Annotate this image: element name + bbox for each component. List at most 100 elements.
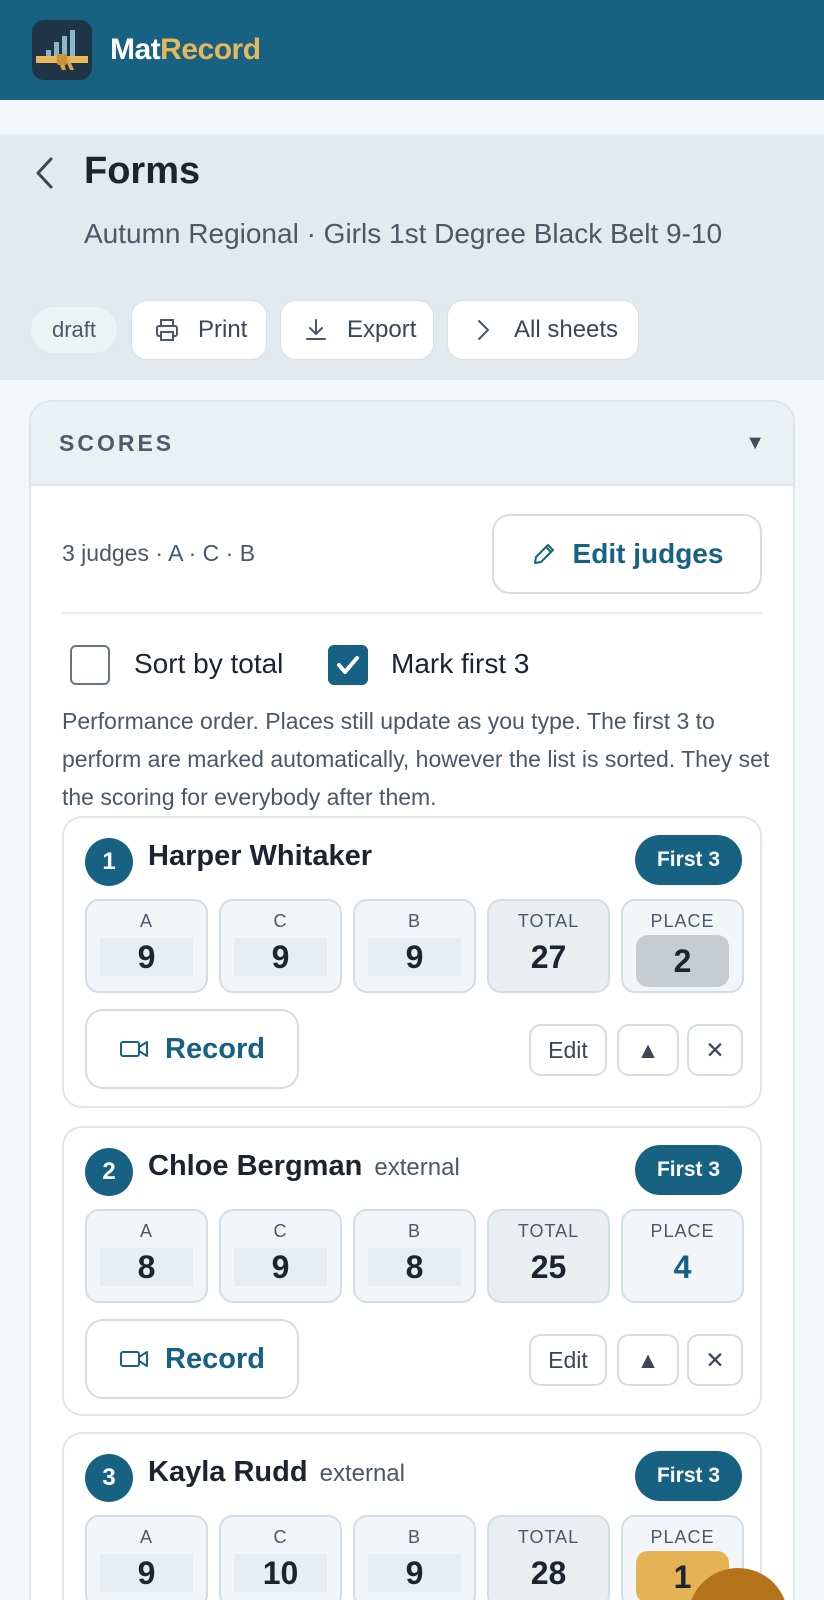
competitor-card: 3 Kayla Rudd external First 3 A9 C 10 B9 …: [62, 1432, 762, 1600]
score-c-input[interactable]: 9: [234, 938, 327, 976]
score-b: B8: [353, 1209, 476, 1303]
print-button[interactable]: Print: [131, 300, 267, 360]
score-b-input[interactable]: 9: [368, 1554, 461, 1592]
video-camera-icon: [120, 1041, 149, 1057]
print-label: Print: [198, 316, 248, 343]
score-c-input[interactable]: 9: [234, 1248, 327, 1286]
record-label: Record: [165, 1342, 265, 1375]
order-badge: 2: [85, 1148, 133, 1196]
printer-icon: [156, 319, 178, 341]
download-icon: [306, 319, 326, 340]
score-b-header: B: [407, 1527, 421, 1547]
chevron-right-icon: [478, 320, 489, 340]
score-b-input[interactable]: 8: [368, 1248, 461, 1286]
record-label: Record: [165, 1032, 265, 1065]
check-icon: [337, 656, 359, 674]
scores-section-label: SCORES: [59, 429, 175, 456]
score-b: B9: [353, 899, 476, 993]
edit-button[interactable]: Edit: [529, 1334, 607, 1386]
pencil-icon: [533, 544, 554, 564]
app-brand: MatRecord: [110, 33, 261, 67]
score-c: C9: [219, 899, 342, 993]
all-sheets-button[interactable]: All sheets: [447, 300, 639, 360]
app-topbar: MatRecord: [0, 0, 824, 100]
external-tag: external: [374, 1154, 460, 1181]
score-b-header: B: [407, 911, 421, 931]
competitor-name-text: Chloe Bergman: [148, 1150, 363, 1182]
score-c-header: C: [273, 1527, 288, 1547]
total-header: TOTAL: [517, 1527, 580, 1547]
score-b: B9: [353, 1515, 476, 1600]
export-label: Export: [347, 316, 417, 343]
place-header: PLACE: [650, 1221, 715, 1241]
place-value: 2: [636, 935, 729, 987]
score-c: C9: [219, 1209, 342, 1303]
all-sheets-label: All sheets: [514, 316, 619, 343]
first-three-badge: First 3: [635, 835, 742, 885]
score-place: PLACE 2: [621, 899, 744, 993]
first-three-badge: First 3: [635, 1451, 742, 1501]
score-b-header: B: [407, 1221, 421, 1241]
status-badge: draft: [30, 306, 118, 354]
score-c-input[interactable]: 10: [234, 1554, 327, 1592]
total-value: 27: [530, 938, 567, 975]
score-a-input[interactable]: 8: [100, 1248, 193, 1286]
score-c-header: C: [273, 911, 288, 931]
sort-by-total-checkbox[interactable]: [70, 645, 110, 685]
brand-main: Mat: [110, 33, 161, 66]
score-total: TOTAL 28: [487, 1515, 610, 1600]
judges-summary: 3 judges · A · C · B: [62, 540, 256, 566]
competitor-name-text: Harper Whitaker: [148, 840, 373, 872]
scores-section-toggle[interactable]: SCORES ▼: [31, 402, 793, 486]
competitor-card: 2 Chloe Bergman external First 3 A8 C9 B…: [62, 1126, 762, 1416]
score-a-header: A: [139, 1221, 153, 1241]
remove-button[interactable]: ✕: [687, 1334, 743, 1386]
edit-judges-label: Edit judges: [572, 538, 724, 569]
place-header: PLACE: [650, 1527, 715, 1547]
order-badge: 3: [85, 1454, 133, 1502]
score-a-header: A: [139, 911, 153, 931]
score-c-header: C: [273, 1221, 288, 1241]
score-b-input[interactable]: 9: [368, 938, 461, 976]
page-title: Forms: [84, 150, 201, 192]
place-value: 4: [673, 1248, 692, 1285]
order-badge: 1: [85, 838, 133, 886]
score-a-header: A: [139, 1527, 153, 1547]
score-a: A8: [85, 1209, 208, 1303]
back-button[interactable]: [30, 153, 60, 193]
mark-first-checkbox[interactable]: [328, 645, 368, 685]
record-button[interactable]: Record: [85, 1319, 299, 1399]
move-up-button[interactable]: ▲: [617, 1334, 679, 1386]
mark-first-label: Mark first 3: [391, 648, 530, 679]
divider: [62, 612, 762, 614]
competitor-name: Chloe Bergman external: [148, 1150, 460, 1183]
sort-by-total-label: Sort by total: [134, 648, 284, 679]
chevron-left-icon: [36, 157, 53, 189]
total-value: 28: [530, 1554, 567, 1591]
score-a-input[interactable]: 9: [100, 1554, 193, 1592]
total-value: 25: [530, 1248, 567, 1285]
remove-button[interactable]: ✕: [687, 1024, 743, 1076]
app-logo[interactable]: [32, 20, 92, 80]
record-button[interactable]: Record: [85, 1009, 299, 1089]
competitor-name: Harper Whitaker: [148, 840, 372, 873]
video-camera-icon: [120, 1351, 149, 1367]
brand-accent: Record: [160, 33, 261, 66]
score-total: TOTAL 27: [487, 899, 610, 993]
external-tag: external: [319, 1460, 405, 1487]
move-up-button[interactable]: ▲: [617, 1024, 679, 1076]
competitor-name-text: Kayla Rudd: [148, 1456, 308, 1488]
page-subtitle: Autumn Regional · Girls 1st Degree Black…: [84, 218, 723, 249]
export-button[interactable]: Export: [280, 300, 434, 360]
score-a: A9: [85, 1515, 208, 1600]
edit-judges-button[interactable]: Edit judges: [492, 514, 762, 594]
score-a-input[interactable]: 9: [100, 938, 193, 976]
performance-order-note: Performance order. Places still update a…: [62, 708, 770, 810]
score-total: TOTAL 25: [487, 1209, 610, 1303]
edit-button[interactable]: Edit: [529, 1024, 607, 1076]
total-header: TOTAL: [517, 911, 580, 931]
score-c: C 10: [219, 1515, 342, 1600]
competitor-name: Kayla Rudd external: [148, 1456, 405, 1489]
place-header: PLACE: [650, 911, 715, 931]
total-header: TOTAL: [517, 1221, 580, 1241]
